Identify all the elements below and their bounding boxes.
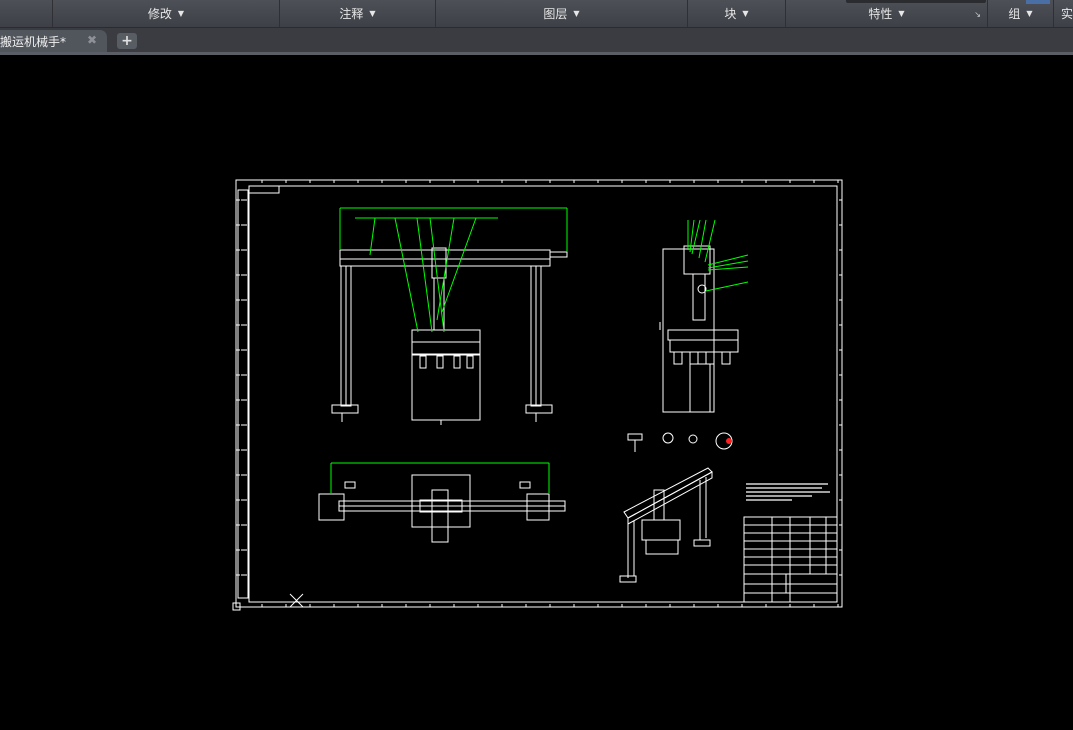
ucs-icon [289, 593, 304, 608]
file-tab-bar: 搬运机械手* ✖ [0, 28, 1073, 52]
ribbon-panel-modify[interactable]: 修改 ▼ [53, 0, 280, 27]
chevron-down-icon: ▼ [369, 9, 376, 18]
drawing-svg [232, 179, 843, 611]
dialog-launcher-icon[interactable]: ↘ [974, 10, 981, 19]
detail-highlight [726, 438, 732, 444]
file-tab-label: 搬运机械手* [0, 34, 67, 49]
file-tab-active[interactable]: 搬运机械手* ✖ [0, 30, 107, 52]
drawing-canvas[interactable] [0, 55, 1073, 726]
ribbon-panel-block[interactable]: 块 ▼ [688, 0, 786, 27]
chevron-down-icon: ▼ [177, 9, 185, 18]
chevron-down-icon: ▼ [742, 9, 749, 18]
ribbon-panel-layers-label: 图层 [543, 7, 568, 21]
ribbon-panel-block-label: 块 [724, 7, 737, 21]
top-view [318, 474, 566, 543]
ribbon-panel-previous[interactable] [0, 0, 53, 27]
ribbon-panel-groups-label: 组 [1008, 7, 1021, 21]
ribbon-panel-properties[interactable]: 特性 ▼ ↘ [786, 0, 988, 27]
close-icon[interactable]: ✖ [87, 33, 97, 47]
ribbon-panel-annotate-label: 注释 [339, 7, 364, 21]
ribbon-panel-properties-label: 特性 [868, 7, 893, 21]
side-view [659, 245, 739, 413]
detail-views [627, 432, 733, 452]
sheet-left-strip [237, 189, 249, 599]
ribbon-panel-utilities[interactable]: 实 [1054, 0, 1073, 27]
sheet-border-ticks [236, 180, 842, 607]
ribbon-panel-layers[interactable]: 图层 ▼ [436, 0, 688, 27]
side-view-dimensions [687, 219, 749, 292]
ribbon-panel-modify-label: 修改 [147, 7, 172, 21]
ribbon-panel-bar: 修改 ▼ 注释 ▼ 图层 ▼ 块 ▼ 特性 ▼ ↘ 组 ▼ 实 [0, 0, 1073, 28]
chevron-down-icon: ▼ [898, 9, 905, 18]
sheet-corner-label [248, 185, 280, 194]
top-view-dimensions [330, 462, 550, 493]
sheet-outer-border [235, 179, 843, 608]
isometric-view [619, 467, 713, 583]
title-block [743, 516, 838, 603]
technical-notes [746, 483, 830, 501]
sheet-inner-border [248, 185, 838, 603]
ribbon-panel-annotate[interactable]: 注释 ▼ [280, 0, 436, 27]
chevron-down-icon: ▼ [573, 9, 580, 18]
ribbon-panel-groups[interactable]: 组 ▼ [988, 0, 1054, 27]
ribbon-panel-utilities-label: 实 [1061, 7, 1073, 21]
front-view [331, 247, 568, 425]
front-view-dimensions [339, 207, 568, 333]
new-tab-button[interactable]: + [117, 33, 137, 49]
chevron-down-icon: ▼ [1026, 9, 1033, 18]
